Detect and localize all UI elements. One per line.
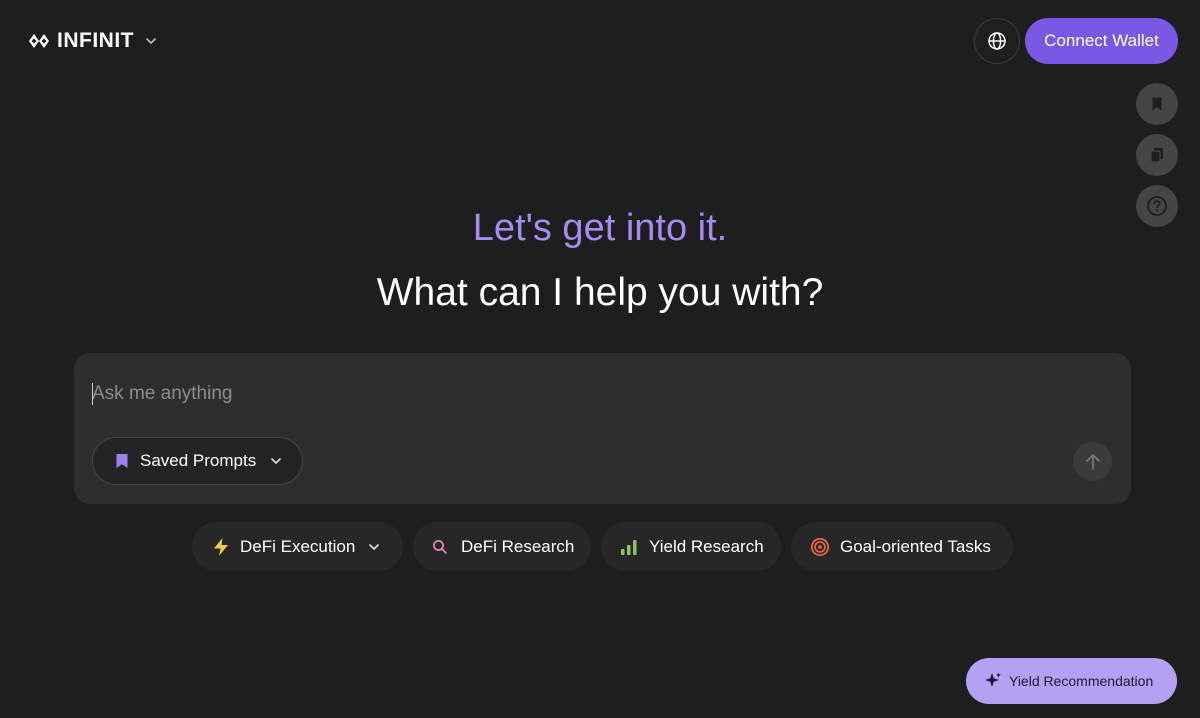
category-defi-research[interactable]: DeFi Research: [413, 522, 591, 571]
headline-question: What can I help you with?: [376, 271, 824, 314]
category-label: DeFi Execution: [240, 536, 356, 556]
send-button[interactable]: [1073, 442, 1112, 481]
category-label: Goal-oriented Tasks: [840, 536, 991, 556]
chevron-down-icon: [271, 458, 282, 464]
category-defi-execution[interactable]: DeFi Execution: [192, 522, 403, 571]
globe-icon: [988, 32, 1006, 50]
lightning-icon: [214, 537, 228, 556]
copy-icon: [1150, 148, 1163, 163]
bookmarks-button[interactable]: [1136, 83, 1178, 125]
bar-chart-icon: [621, 539, 637, 555]
category-label: Yield Research: [649, 536, 764, 556]
text-caret: [92, 383, 93, 405]
category-goal-oriented-tasks[interactable]: Goal-oriented Tasks: [791, 522, 1013, 571]
headline-greeting: Let's get into it.: [472, 207, 728, 249]
connect-wallet-button[interactable]: Connect Wallet: [1025, 18, 1178, 64]
bookmark-icon: [116, 454, 128, 468]
yield-recommendation-label: Yield Recommendation: [1009, 673, 1154, 689]
yield-recommendation-button[interactable]: Yield Recommendation: [966, 658, 1177, 704]
chevron-down-icon: [369, 543, 380, 550]
infinit-logo-icon: [29, 34, 49, 48]
search-icon: [433, 539, 447, 554]
prompt-input[interactable]: [92, 379, 1052, 409]
chevron-down-icon: [146, 38, 156, 44]
brand-menu[interactable]: INFINIT: [27, 27, 158, 55]
brand-name: INFINIT: [57, 29, 134, 52]
saved-prompts-label: Saved Prompts: [140, 451, 257, 470]
category-yield-research[interactable]: Yield Research: [601, 522, 781, 571]
language-button[interactable]: [974, 18, 1020, 64]
target-icon: [810, 537, 830, 556]
app-page: INFINIT Connect Wallet Let's get into it…: [0, 0, 1200, 718]
sparkle-icon: [985, 672, 1001, 687]
copy-button[interactable]: [1136, 134, 1178, 176]
prompt-box: Saved Prompts: [74, 353, 1131, 504]
arrow-up-icon: [1085, 453, 1100, 470]
category-label: DeFi Research: [461, 536, 575, 556]
bookmark-icon: [1152, 97, 1162, 111]
saved-prompts-button[interactable]: Saved Prompts: [92, 437, 303, 485]
